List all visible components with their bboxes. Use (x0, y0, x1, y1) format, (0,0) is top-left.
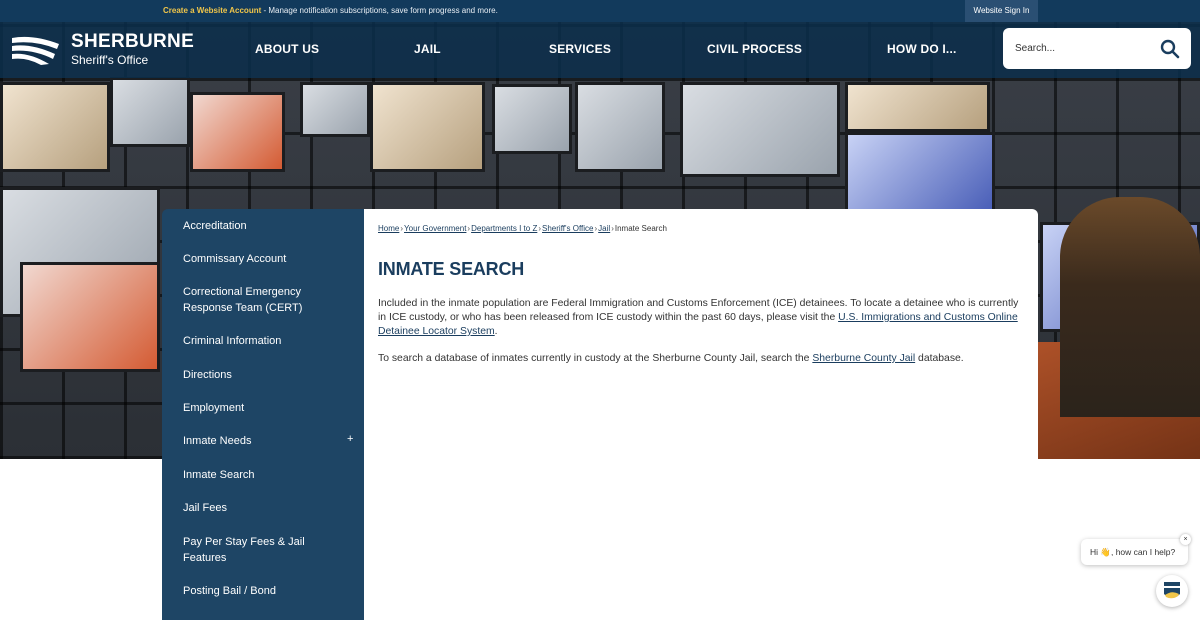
sidebar-item-inmate-search[interactable]: Inmate Search (183, 468, 353, 484)
brand-subtitle: Sheriff's Office (71, 53, 149, 67)
hero-monitor (190, 92, 285, 172)
chat-close-icon[interactable]: × (1180, 534, 1191, 545)
expand-inmate-needs-icon[interactable]: + (347, 433, 353, 445)
site-search (1003, 28, 1191, 69)
sidebar-item-inmate-needs[interactable]: Inmate Needs (183, 434, 353, 450)
hero-monitor (845, 82, 990, 132)
breadcrumb-home[interactable]: Home (378, 224, 399, 233)
nav-services[interactable]: SERVICES (549, 42, 611, 56)
breadcrumb-jail[interactable]: Jail (598, 224, 610, 233)
breadcrumb-your-government[interactable]: Your Government (404, 224, 466, 233)
hero-monitor (300, 82, 370, 137)
breadcrumb-current: Inmate Search (614, 224, 667, 233)
nav-jail[interactable]: JAIL (414, 42, 441, 56)
main-content: Home›Your Government›Departments I to Z›… (364, 209, 1038, 620)
sherburne-county-jail-link[interactable]: Sherburne County Jail (812, 353, 915, 364)
sidebar-item-cert[interactable]: Correctional Emergency Response Team (CE… (183, 285, 333, 316)
notification-text: - Manage notification subscriptions, sav… (261, 6, 498, 15)
search-input[interactable] (1015, 39, 1155, 57)
sidebar-item-directions[interactable]: Directions (183, 368, 353, 384)
notification-bar: Create a Website Account - Manage notifi… (0, 0, 1200, 22)
jail-search-paragraph: To search a database of inmates currentl… (378, 352, 1023, 366)
nav-about-us[interactable]: ABOUT US (255, 42, 319, 56)
ice-paragraph-end: . (494, 326, 498, 337)
nav-how-do-i[interactable]: HOW DO I... (887, 42, 957, 56)
sidebar-item-employment[interactable]: Employment (183, 401, 353, 417)
breadcrumb-sheriffs-office[interactable]: Sheriff's Office (542, 224, 593, 233)
nav-civil-process[interactable]: CIVIL PROCESS (707, 42, 802, 56)
hero-monitor (680, 82, 840, 177)
notification-message: Create a Website Account - Manage notifi… (163, 6, 498, 15)
sidebar-item-pay-per-stay[interactable]: Pay Per Stay Fees & Jail Features (183, 535, 313, 566)
brand-name: SHERBURNE (71, 31, 195, 52)
hero-monitor (845, 132, 995, 212)
jail-search-end: database. (915, 353, 964, 364)
page-title: INMATE SEARCH (378, 259, 525, 279)
hero-officer (1060, 197, 1200, 417)
jail-search-text: To search a database of inmates currentl… (378, 353, 813, 364)
hero-monitor (492, 84, 572, 154)
hero-monitor (20, 262, 160, 372)
chat-logo-icon (1164, 582, 1180, 599)
search-icon[interactable] (1160, 39, 1180, 59)
sidebar-item-accreditation[interactable]: Accreditation (183, 219, 353, 235)
breadcrumb: Home›Your Government›Departments I to Z›… (378, 224, 667, 233)
hero-monitor (0, 82, 110, 172)
sidebar-item-posting-bail[interactable]: Posting Bail / Bond (183, 584, 353, 600)
sidebar-item-commissary-account[interactable]: Commissary Account (183, 252, 353, 268)
sherburne-logo-icon (12, 36, 59, 65)
hero-monitor (110, 77, 190, 147)
sidebar-nav: Accreditation Commissary Account Correct… (162, 209, 364, 620)
hero-monitor (575, 82, 665, 172)
website-sign-in-button[interactable]: Website Sign In (965, 0, 1038, 22)
ice-paragraph: Included in the inmate population are Fe… (378, 297, 1023, 339)
sidebar-item-criminal-information[interactable]: Criminal Information (183, 334, 353, 350)
breadcrumb-departments[interactable]: Departments I to Z (471, 224, 537, 233)
hero-monitor (370, 82, 485, 172)
chat-greeting-bubble[interactable]: Hi 👋, how can I help? (1081, 539, 1188, 565)
create-account-link[interactable]: Create a Website Account (163, 6, 261, 15)
sidebar-item-jail-fees[interactable]: Jail Fees (183, 501, 353, 517)
chat-launcher-button[interactable] (1156, 575, 1188, 607)
site-logo[interactable]: SHERBURNE Sheriff's Office (11, 31, 194, 72)
